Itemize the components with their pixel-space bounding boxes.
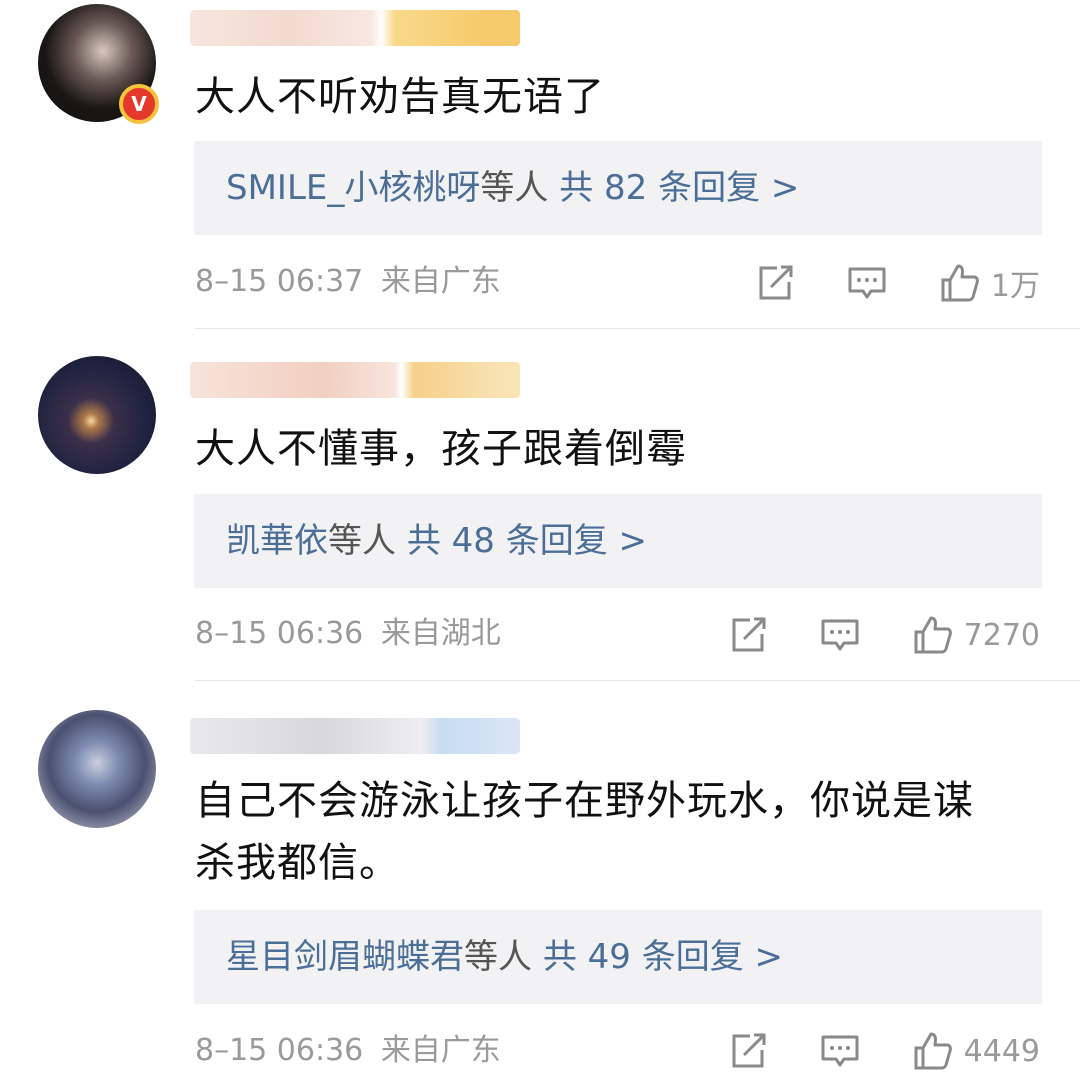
comment-text: 大人不听劝告真无语了 (195, 74, 605, 120)
comment-text: 大人不懂事，孩子跟着倒霉 (195, 426, 687, 472)
reply-count-link[interactable]: 共 48 条回复 > (407, 521, 647, 561)
comment-location: 来自广东 (380, 1033, 501, 1068)
divider (195, 680, 1080, 681)
username-blurred[interactable] (190, 718, 520, 754)
divider (195, 328, 1080, 329)
reply-count-link[interactable]: 共 82 条回复 > (559, 168, 799, 208)
thumbs-up-icon[interactable] (912, 615, 952, 655)
avatar[interactable] (38, 710, 156, 828)
share-icon[interactable] (728, 615, 768, 655)
comment-actions: 4449 (676, 1026, 1040, 1076)
comment-actions: 7270 (676, 610, 1040, 660)
comment-meta: 8–15 06:36 来自广东 (195, 1031, 501, 1071)
comment-time: 8–15 06:36 (195, 616, 364, 651)
share-icon[interactable] (728, 1031, 768, 1071)
thumbs-up-icon[interactable] (939, 263, 979, 303)
comment-text: 自己不会游泳让孩子在野外玩水，你说是谋杀我都信。 (195, 778, 974, 886)
share-icon[interactable] (755, 263, 795, 303)
username-blurred[interactable] (190, 10, 520, 46)
comment-meta: 8–15 06:36 来自湖北 (195, 614, 501, 654)
username-blurred[interactable] (190, 362, 520, 398)
reply-user-names[interactable]: SMILE_小核桃呀 (226, 168, 480, 208)
comment-location: 来自湖北 (380, 616, 501, 651)
comment-meta: 8–15 06:37 来自广东 (195, 262, 501, 302)
comment-actions: 1万 (703, 258, 1040, 308)
reply-others-label: 等人 (328, 521, 396, 561)
reply-others-label: 等人 (464, 937, 532, 977)
comment-time: 8–15 06:37 (195, 264, 364, 299)
verified-badge-icon: V (119, 84, 159, 124)
comment-icon[interactable] (820, 615, 860, 655)
like-count: 7270 (963, 617, 1040, 653)
like-count: 1万 (990, 269, 1040, 304)
replies-summary[interactable]: 星目剑眉蝴蝶君等人 共 49 条回复 > (194, 910, 1042, 1004)
replies-summary[interactable]: SMILE_小核桃呀等人 共 82 条回复 > (194, 141, 1042, 235)
reply-count-link[interactable]: 共 49 条回复 > (543, 937, 783, 977)
comment-location: 来自广东 (380, 264, 501, 299)
reply-others-label: 等人 (480, 168, 549, 208)
like-count: 4449 (963, 1033, 1040, 1069)
reply-user-names[interactable]: 星目剑眉蝴蝶君 (226, 937, 464, 977)
reply-user-names[interactable]: 凯華依 (226, 521, 328, 561)
thumbs-up-icon[interactable] (912, 1031, 952, 1071)
comment-icon[interactable] (847, 263, 887, 303)
replies-summary[interactable]: 凯華依等人 共 48 条回复 > (194, 494, 1042, 588)
avatar[interactable] (38, 356, 156, 474)
comment-time: 8–15 06:36 (195, 1033, 364, 1068)
comment-icon[interactable] (820, 1031, 860, 1071)
